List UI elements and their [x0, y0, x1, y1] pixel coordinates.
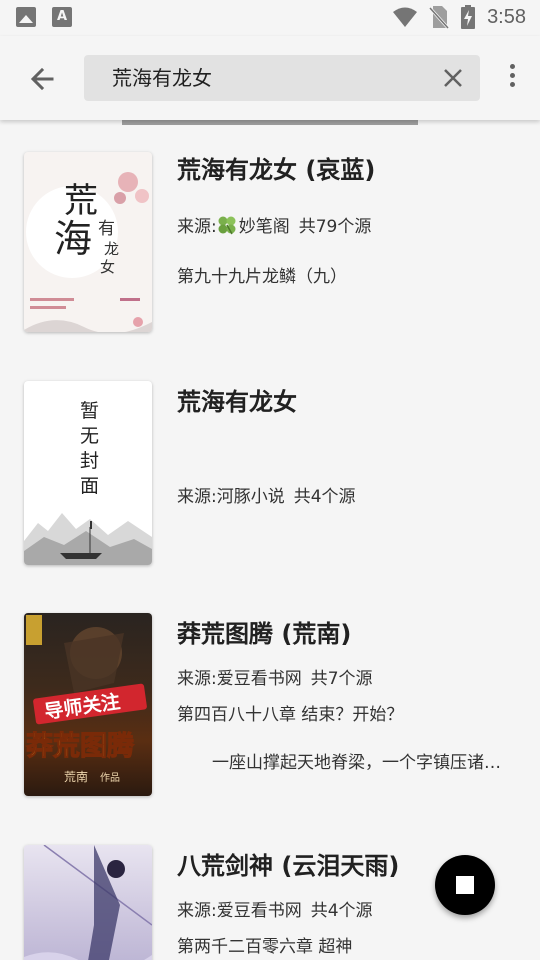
- book-source: 来源: 爱豆看书网 共4个源: [177, 896, 373, 921]
- book-cover: 导师关注 莽荒图腾 荒南 作品: [24, 613, 152, 796]
- svg-text:无: 无: [80, 425, 99, 447]
- more-vert-icon: [509, 64, 515, 69]
- source-name: 爱豆看书网: [216, 901, 302, 921]
- more-options-button[interactable]: [508, 64, 516, 92]
- source-count: 共4个源: [310, 901, 373, 921]
- battery-charging-icon: [461, 5, 476, 29]
- source-name: 爱豆看书网: [216, 669, 302, 689]
- source-count: 共4个源: [293, 487, 356, 507]
- source-name: 妙笔阁: [238, 217, 290, 237]
- search-box[interactable]: [84, 55, 480, 101]
- source-name: 河豚小说: [216, 487, 285, 507]
- book-title: 莽荒图腾 (荒南): [177, 620, 352, 648]
- book-source: 来源: 爱豆看书网 共7个源: [177, 664, 373, 689]
- search-result-list[interactable]: 荒 海 有 龙 女 荒海有龙女 (哀蓝) 来源: 妙笔阁 共79个源 第九十九片…: [0, 120, 540, 960]
- source-label: 来源:: [177, 487, 217, 507]
- svg-text:荒: 荒: [64, 181, 98, 221]
- book-cover: 荒 海 有 龙 女: [24, 152, 152, 332]
- list-item[interactable]: 荒 海 有 龙 女 荒海有龙女 (哀蓝) 来源: 妙笔阁 共79个源 第九十九片…: [0, 120, 540, 352]
- source-label: 来源:: [177, 901, 217, 921]
- svg-text:作品: 作品: [100, 772, 120, 784]
- wifi-icon: [393, 7, 418, 27]
- book-title: 荒海有龙女 (哀蓝): [177, 156, 376, 184]
- svg-text:龙: 龙: [104, 240, 119, 258]
- source-count: 共7个源: [310, 669, 373, 689]
- svg-text:女: 女: [100, 258, 115, 276]
- stop-icon: [456, 876, 474, 894]
- clover-icon: [218, 216, 236, 234]
- book-source: 来源: 河豚小说 共4个源: [177, 482, 356, 507]
- book-intro: 一座山撑起天地脊梁，一个字镇压诸天万界: [212, 753, 517, 773]
- close-icon: [444, 69, 462, 87]
- search-input[interactable]: [112, 55, 432, 101]
- latest-chapter: 第四百八十八章 结束？开始？: [177, 705, 404, 725]
- font-a-icon: A: [52, 7, 72, 27]
- latest-chapter: 第九十九片龙鳞（九）: [177, 267, 347, 287]
- status-bar: A 3:58: [0, 0, 540, 36]
- latest-chapter: 第两千二百零六章 超神: [177, 937, 353, 957]
- book-cover: [24, 845, 152, 960]
- no-sim-icon: [429, 6, 450, 29]
- source-label: 来源:: [177, 217, 217, 237]
- top-scroll-indicator: [122, 120, 418, 125]
- image-icon: [16, 7, 36, 27]
- list-item[interactable]: 暂 无 封 面 荒海有龙女 来源: 河豚小说 共4个源: [0, 352, 540, 584]
- source-label: 来源:: [177, 669, 217, 689]
- search-toolbar: [0, 36, 540, 120]
- clear-search-button[interactable]: [442, 67, 464, 89]
- svg-text:封: 封: [80, 450, 99, 472]
- source-count: 共79个源: [298, 217, 372, 237]
- svg-text:荒南: 荒南: [64, 769, 88, 784]
- svg-text:面: 面: [80, 475, 99, 497]
- book-cover: 暂 无 封 面: [24, 381, 152, 565]
- list-item[interactable]: 导师关注 莽荒图腾 荒南 作品 莽荒图腾 (荒南) 来源: 爱豆看书网 共7个源…: [0, 584, 540, 816]
- svg-text:海: 海: [54, 217, 92, 261]
- book-title: 荒海有龙女: [177, 388, 297, 416]
- arrow-left-icon: [30, 67, 54, 91]
- book-source: 来源: 妙笔阁 共79个源: [177, 212, 371, 237]
- clock-time: 3:58: [487, 5, 526, 28]
- svg-text:莽荒图腾: 莽荒图腾: [26, 731, 135, 762]
- svg-text:有: 有: [98, 219, 115, 239]
- stop-search-button[interactable]: [435, 855, 495, 915]
- svg-text:暂: 暂: [80, 400, 99, 422]
- book-title: 八荒剑神 (云泪天雨): [177, 852, 400, 880]
- back-button[interactable]: [22, 60, 62, 100]
